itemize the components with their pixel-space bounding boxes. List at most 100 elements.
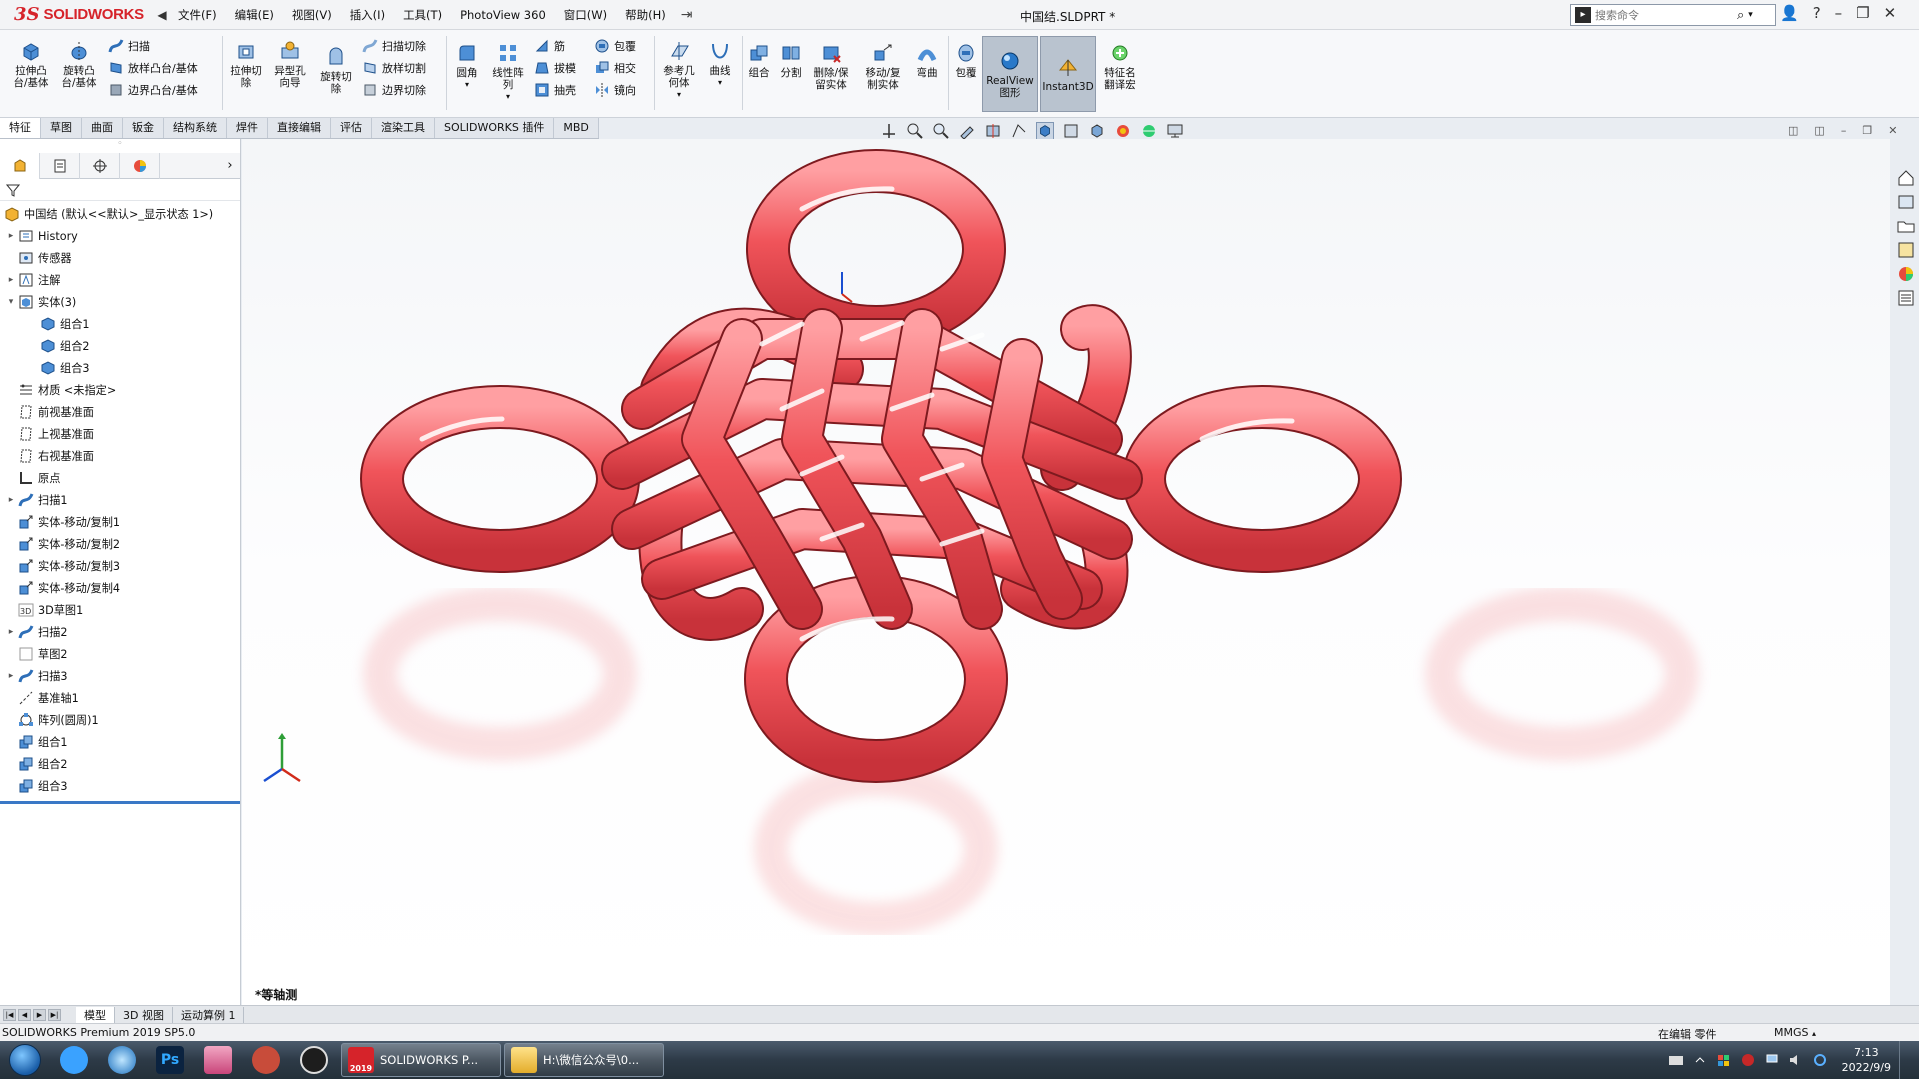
tree-item[interactable]: 前视基准面	[0, 401, 240, 423]
display-manager-tab[interactable]	[120, 153, 160, 179]
taskbar-app-browser[interactable]	[98, 1042, 146, 1078]
tree-expand-icon[interactable]: ▸	[4, 275, 18, 285]
tree-expand-icon[interactable]: ▸	[4, 627, 18, 637]
viewport-minimize-button[interactable]: –	[1841, 124, 1847, 137]
menu-item[interactable]: 文件(F)	[169, 7, 226, 23]
shell-button[interactable]: 抽壳	[534, 82, 576, 98]
view-settings-icon[interactable]	[1140, 122, 1158, 140]
start-button[interactable]	[0, 1041, 50, 1079]
search-dropdown-icon[interactable]: ▾	[1748, 10, 1753, 20]
tray-expand-icon[interactable]	[1692, 1053, 1708, 1067]
tree-expand-icon[interactable]: ▸	[4, 495, 18, 505]
draft-button[interactable]: 拔模	[534, 60, 576, 76]
taskbar-solidworks-window[interactable]: 2019 SOLIDWORKS P...	[341, 1043, 501, 1077]
revolve-boss-button[interactable]: 旋转凸 台/基体	[58, 40, 100, 89]
display-monitor-icon[interactable]	[1166, 122, 1184, 140]
move-copy-body-button[interactable]: 移动/复 制实体	[860, 42, 906, 91]
tree-item[interactable]: ▸ 扫描3	[0, 665, 240, 687]
dynamic-annotation-icon[interactable]	[1010, 122, 1028, 140]
tree-item[interactable]: 组合2	[0, 753, 240, 775]
menu-item[interactable]: 视图(V)	[283, 7, 341, 23]
tree-item[interactable]: 基准轴1	[0, 687, 240, 709]
keyboard-icon[interactable]	[1668, 1053, 1684, 1067]
split-view-left-icon[interactable]: ◫	[1788, 124, 1798, 137]
view-orientation-icon[interactable]	[880, 122, 898, 140]
tab-item[interactable]: 渲染工具	[372, 118, 435, 138]
realview-button[interactable]: RealView 图形	[982, 36, 1038, 112]
search-input[interactable]	[1595, 8, 1735, 22]
zoom-to-area-icon[interactable]	[932, 122, 950, 140]
tree-item[interactable]: ▾ 实体(3)	[0, 291, 240, 313]
pattern-dropdown-icon[interactable]: ▾	[506, 91, 510, 103]
menu-item[interactable]: 窗口(W)	[555, 7, 616, 23]
tree-item[interactable]: 原点	[0, 467, 240, 489]
tree-item[interactable]: ▸ 注解	[0, 269, 240, 291]
tree-item[interactable]: 组合2	[0, 335, 240, 357]
section-view-icon[interactable]	[984, 122, 1002, 140]
reference-geometry-button[interactable]: 参考几 何体 ▾	[658, 40, 700, 101]
prev-tab-icon[interactable]: ◀	[18, 1008, 31, 1021]
taskbar-folder-window[interactable]: H:\微信公众号\0...	[504, 1043, 664, 1077]
tree-item[interactable]: 上视基准面	[0, 423, 240, 445]
mirror-button[interactable]: 镜向	[594, 82, 636, 98]
hole-wizard-button[interactable]: 异型孔 向导	[270, 40, 310, 89]
menu-item[interactable]: 工具(T)	[394, 7, 451, 23]
tab-item[interactable]: MBD	[554, 118, 599, 138]
tree-filter[interactable]	[0, 179, 240, 201]
feature-manager-tab[interactable]	[0, 153, 40, 179]
linear-pattern-button[interactable]: 线性阵 列 ▾	[488, 42, 528, 103]
fillet-button[interactable]: 圆角 ▾	[450, 42, 484, 91]
previous-view-icon[interactable]	[958, 122, 976, 140]
combine-button[interactable]: 组合	[742, 42, 776, 79]
volume-icon[interactable]	[1788, 1053, 1804, 1067]
system-clock[interactable]: 7:13 2022/9/9	[1842, 1045, 1891, 1075]
loft-boss-button[interactable]: 放样凸台/基体	[108, 60, 198, 76]
lofted-cut-button[interactable]: 放样切割	[362, 60, 426, 76]
tree-item[interactable]: 组合3	[0, 775, 240, 797]
user-icon[interactable]: 👤	[1780, 4, 1799, 22]
first-tab-icon[interactable]: |◀	[3, 1008, 16, 1021]
taskbar-app-tools[interactable]	[242, 1042, 290, 1078]
bottom-tab[interactable]: 模型	[76, 1006, 115, 1023]
tab-item[interactable]: 草图	[41, 118, 82, 138]
tree-expand-icon[interactable]: ▸	[4, 231, 18, 241]
tab-item[interactable]: 钣金	[123, 118, 164, 138]
tree-item[interactable]: 传感器	[0, 247, 240, 269]
tree-item[interactable]: 实体-移动/复制4	[0, 577, 240, 599]
solidworks-logo[interactable]: 3S SOLIDWORKS	[0, 0, 155, 30]
panel-resize-handle[interactable]: ◦	[0, 139, 240, 153]
tree-root[interactable]: 中国结 (默认<<默认>_显示状态 1>)	[0, 203, 240, 225]
sweep-button[interactable]: 扫描	[108, 38, 150, 54]
last-tab-icon[interactable]: ▶|	[48, 1008, 61, 1021]
solidworks-resources-icon[interactable]	[1896, 168, 1916, 188]
instant3d-button[interactable]: Instant3D	[1040, 36, 1096, 112]
minimize-button[interactable]: –	[1835, 4, 1843, 22]
bottom-tab[interactable]: 运动算例 1	[173, 1006, 245, 1023]
tree-item[interactable]: 实体-移动/复制1	[0, 511, 240, 533]
extrude-cut-button[interactable]: 拉伸切 除	[226, 40, 266, 89]
tab-item[interactable]: SOLIDWORKS 插件	[435, 118, 555, 138]
appearances-icon[interactable]	[1896, 264, 1916, 284]
restore-button[interactable]: ❐	[1856, 4, 1869, 22]
boundary-cut-button[interactable]: 边界切除	[362, 82, 426, 98]
view-palette-icon[interactable]	[1896, 240, 1916, 260]
tree-item[interactable]: ▸ 扫描2	[0, 621, 240, 643]
pin-menu-icon[interactable]: ⇥	[681, 7, 693, 23]
menu-item[interactable]: PhotoView 360	[451, 8, 555, 22]
display-style-icon[interactable]	[1036, 122, 1054, 140]
split-view-right-icon[interactable]: ◫	[1814, 124, 1824, 137]
tree-item[interactable]: 右视基准面	[0, 445, 240, 467]
tree-expand-icon[interactable]: ▾	[4, 297, 18, 307]
taskbar-app-photoshop[interactable]: Ps	[146, 1042, 194, 1078]
graphics-area[interactable]	[242, 139, 1890, 1005]
sync-icon[interactable]	[1812, 1053, 1828, 1067]
tree-item[interactable]: 组合1	[0, 731, 240, 753]
feature-translate-macro-button[interactable]: 特征名 翻译宏	[1098, 42, 1142, 91]
delete-keep-body-button[interactable]: 删除/保 留实体	[808, 42, 854, 91]
next-tab-icon[interactable]: ▶	[33, 1008, 46, 1021]
help-icon[interactable]: ?	[1813, 4, 1821, 22]
tab-item[interactable]: 结构系统	[164, 118, 227, 138]
close-button[interactable]: ✕	[1884, 4, 1897, 22]
wrap-button[interactable]: 包覆	[594, 38, 636, 54]
search-icon[interactable]: ⌕	[1737, 8, 1744, 23]
